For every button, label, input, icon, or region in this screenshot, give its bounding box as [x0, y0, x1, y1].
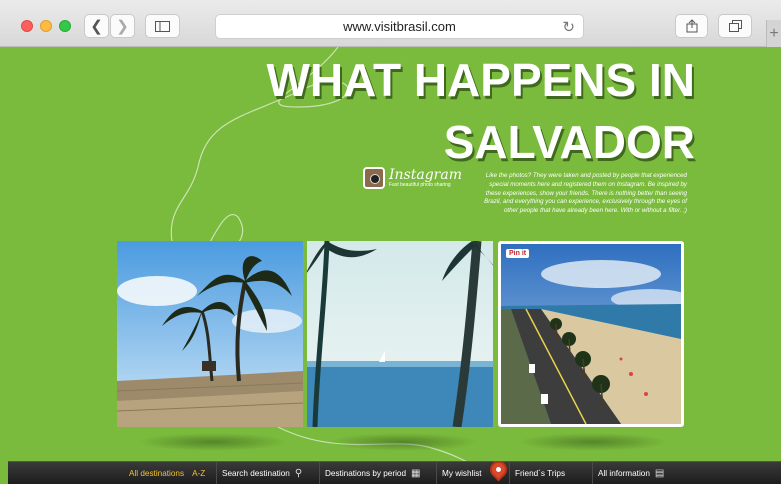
calendar-icon: ▦ [411, 468, 421, 479]
tabs-icon [728, 20, 742, 32]
nav-friends-label: Friend´s Trips [515, 469, 566, 478]
url-text: www.visitbrasil.com [343, 19, 456, 34]
nav-az-label[interactable]: A-Z [192, 469, 205, 478]
nav-info-label: All information [598, 469, 650, 478]
title-line-1: WHAT HAPPENS IN [266, 54, 696, 106]
photo-shadow [328, 433, 478, 451]
title-line-2: SALVADOR [443, 116, 695, 168]
chevron-right-icon: ❯ [116, 18, 129, 35]
photo-sea-view[interactable] [307, 241, 493, 427]
nav-friends-trips[interactable]: Friend´s Trips [509, 462, 570, 484]
web-page: WHAT HAPPENS IN SALVADOR Instagram Fast … [8, 47, 781, 484]
nav-search-destination[interactable]: Search destination ⚲ [216, 462, 307, 484]
nav-all-information[interactable]: All information ▤ [592, 462, 669, 484]
instagram-logo: Instagram Fast beautiful photo sharing [363, 167, 462, 189]
tabs-overview-button[interactable] [718, 14, 752, 38]
address-bar[interactable]: www.visitbrasil.com ↻ [215, 14, 584, 39]
photo-shadow [138, 433, 288, 451]
search-icon: ⚲ [294, 468, 303, 479]
page-title: WHAT HAPPENS IN SALVADOR [267, 49, 696, 173]
new-tab-button[interactable]: + [766, 20, 781, 47]
sidebar-button[interactable] [145, 14, 180, 38]
nav-my-wishlist[interactable]: My wishlist [436, 462, 487, 484]
minimize-window-button[interactable] [40, 20, 52, 32]
chevron-left-icon: ❮ [90, 18, 103, 35]
intro-description: Like the photos? They were taken and pos… [484, 172, 687, 215]
forward-button[interactable]: ❯ [110, 14, 135, 38]
plus-icon: + [769, 25, 779, 42]
close-window-button[interactable] [21, 20, 33, 32]
instagram-name: Instagram [389, 167, 462, 183]
nav-destinations-by-period[interactable]: Destinations by period ▦ [319, 462, 425, 484]
instagram-icon [363, 167, 385, 189]
nav-search-label: Search destination [222, 469, 290, 478]
browser-toolbar: ❮ ❯ www.visitbrasil.com ↻ + [0, 0, 781, 47]
back-button[interactable]: ❮ [84, 14, 109, 38]
photo-palm-trees[interactable] [117, 241, 303, 427]
bottom-navigation: All destinations A-Z Search destination … [8, 461, 781, 484]
document-icon: ▤ [654, 468, 665, 479]
photo-beach-avenue[interactable]: Pin it [498, 241, 684, 427]
nav-all-destinations-label: All destinations [129, 469, 185, 478]
nav-period-label: Destinations by period [325, 469, 407, 478]
reload-icon[interactable]: ↻ [562, 18, 575, 36]
pinit-button[interactable]: Pin it [506, 249, 530, 258]
share-icon [686, 19, 697, 33]
nav-all-destinations[interactable]: All destinations A-Z [124, 462, 210, 484]
share-button[interactable] [675, 14, 708, 38]
maximize-window-button[interactable] [59, 20, 71, 32]
sidebar-icon [155, 20, 170, 32]
nav-wishlist-label: My wishlist [442, 469, 482, 478]
photo-shadow [518, 433, 668, 451]
